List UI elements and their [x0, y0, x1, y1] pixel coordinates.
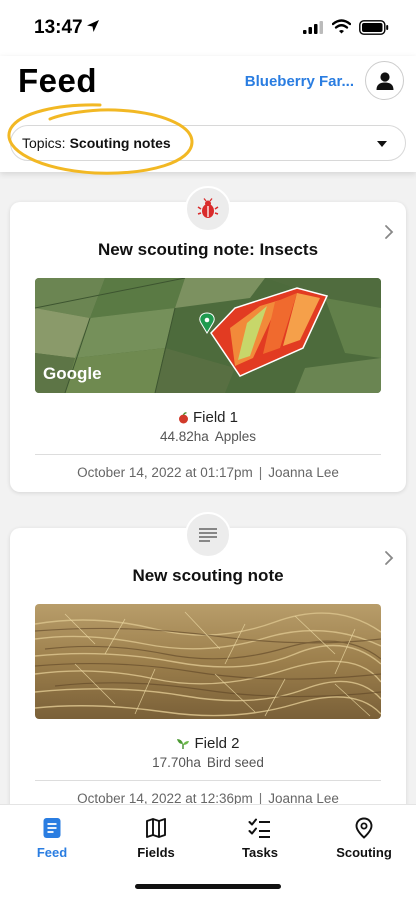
- home-indicator: [135, 884, 281, 889]
- tab-scouting[interactable]: Scouting: [312, 815, 416, 860]
- document-icon: [43, 818, 61, 838]
- dry-grass-photo[interactable]: [35, 604, 381, 719]
- bug-icon: [197, 198, 219, 218]
- field-name: Field 1: [192, 409, 239, 426]
- field-details: 17.70ha Bird seed: [10, 755, 406, 770]
- footer-separator: |: [258, 791, 263, 804]
- scouting-note-card[interactable]: New scouting note Field 2 17.70ha Bird s…: [10, 512, 406, 804]
- feed-list[interactable]: New scouting note: Insects Google Field …: [0, 172, 416, 804]
- note-date: October 14, 2022 at 01:17pm: [77, 465, 253, 480]
- topics-dropdown[interactable]: Topics: Scouting notes: [10, 125, 406, 161]
- field-name: Field 2: [194, 735, 240, 752]
- note-author: Joanna Lee: [268, 791, 339, 804]
- field-map-image[interactable]: Google: [35, 278, 381, 393]
- field-name-row: Field 2: [10, 735, 406, 752]
- field-crop: Bird seed: [206, 755, 264, 770]
- farm-selector[interactable]: Blueberry Far...: [245, 73, 354, 90]
- page-title: Feed: [18, 62, 98, 99]
- profile-avatar-button[interactable]: [365, 61, 404, 100]
- note-lines-icon: [199, 528, 217, 542]
- tab-label: Fields: [137, 845, 175, 860]
- caret-down-icon: [377, 141, 387, 147]
- wifi-icon: [332, 19, 351, 34]
- status-bar: 13:47: [0, 0, 416, 56]
- cellular-signal-icon: [303, 21, 323, 34]
- card-footer: October 14, 2022 at 01:17pm | Joanna Lee: [10, 465, 406, 480]
- chevron-right-icon[interactable]: [384, 224, 394, 240]
- card-title: New scouting note: [132, 566, 284, 585]
- card-type-badge: [185, 512, 231, 558]
- apple-icon: [178, 411, 188, 423]
- tab-label: Feed: [36, 845, 68, 860]
- field-crop: Apples: [214, 429, 257, 444]
- checklist-icon: [248, 818, 270, 838]
- card-footer: October 14, 2022 at 12:36pm | Joanna Lee: [10, 791, 406, 804]
- tab-label: Tasks: [242, 845, 278, 860]
- topics-selected-value: Scouting notes: [69, 135, 171, 151]
- seedling-icon: [177, 738, 190, 749]
- field-details: 44.82ha Apples: [10, 429, 406, 444]
- location-pin-icon: [355, 817, 373, 839]
- status-time: 13:47: [34, 17, 83, 38]
- note-author: Joanna Lee: [268, 465, 339, 480]
- field-area: 44.82ha: [159, 429, 209, 444]
- card-divider: [35, 780, 381, 781]
- map-icon: [146, 818, 166, 838]
- tab-tasks[interactable]: Tasks: [208, 815, 312, 860]
- person-icon: [376, 71, 393, 90]
- scouting-note-card[interactable]: New scouting note: Insects Google Field …: [10, 186, 406, 492]
- topics-label: Topics:: [22, 135, 66, 151]
- card-title: New scouting note: Insects: [97, 240, 319, 259]
- card-type-badge: [185, 186, 231, 232]
- google-logo: Google: [43, 364, 102, 383]
- field-name-row: Field 1: [10, 409, 406, 426]
- chevron-right-icon[interactable]: [384, 550, 394, 566]
- footer-separator: |: [258, 465, 263, 480]
- field-area: 17.70ha: [152, 755, 201, 770]
- location-arrow-icon: [87, 20, 99, 32]
- card-divider: [35, 454, 381, 455]
- note-date: October 14, 2022 at 12:36pm: [77, 791, 253, 804]
- feed-header: Feed Blueberry Far... Topics: Scouting n…: [0, 56, 416, 175]
- tab-feed[interactable]: Feed: [0, 815, 104, 860]
- battery-icon: [359, 20, 389, 35]
- tab-fields[interactable]: Fields: [104, 815, 208, 860]
- tab-label: Scouting: [336, 845, 392, 860]
